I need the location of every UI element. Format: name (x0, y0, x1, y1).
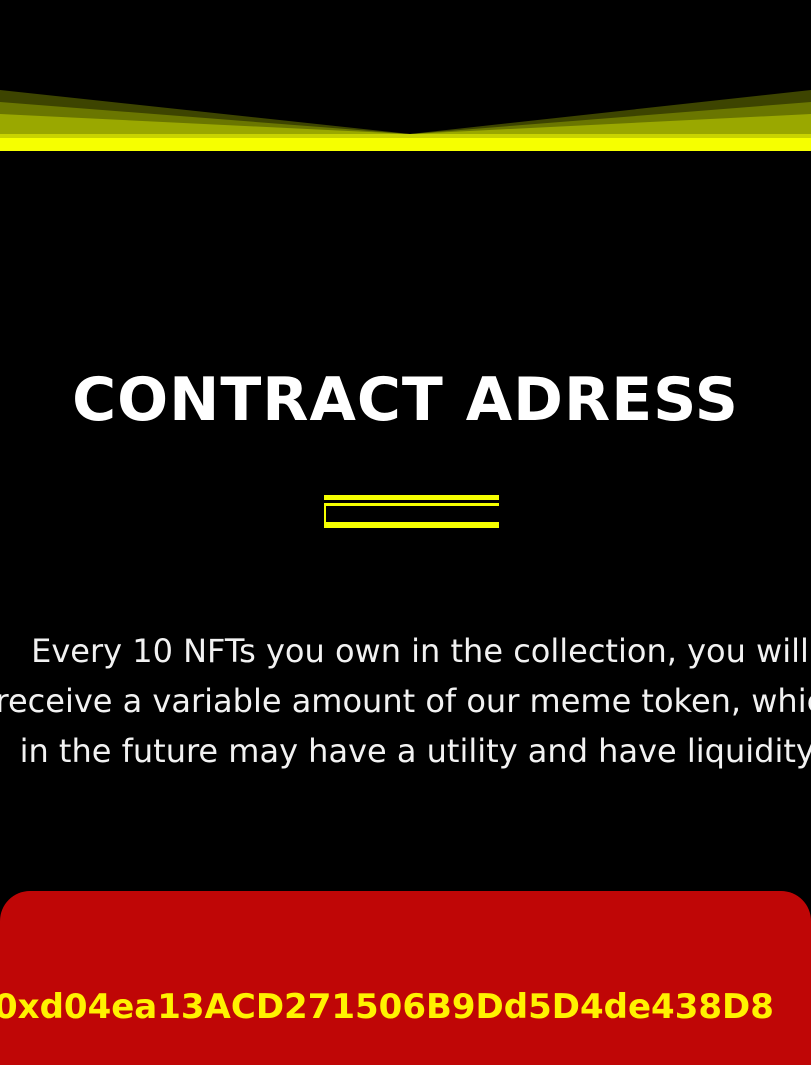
contract-address-panel: 0xd04ea13ACD271506B9Dd5D4de438D8 (0, 891, 811, 1065)
section-description: Every 10 NFTs you own in the collection,… (0, 626, 811, 776)
section-title: CONTRACT ADRESS (72, 365, 739, 435)
title-divider-icon (324, 495, 499, 528)
description-line: Every 10 NFTs you own in the collection,… (31, 632, 809, 670)
contract-address-text[interactable]: 0xd04ea13ACD271506B9Dd5D4de438D8 (0, 987, 774, 1027)
header-beam-decoration (0, 90, 811, 151)
description-line: in the future may have a utility and hav… (19, 732, 811, 770)
description-line: receive a variable amount of our meme to… (0, 682, 811, 720)
